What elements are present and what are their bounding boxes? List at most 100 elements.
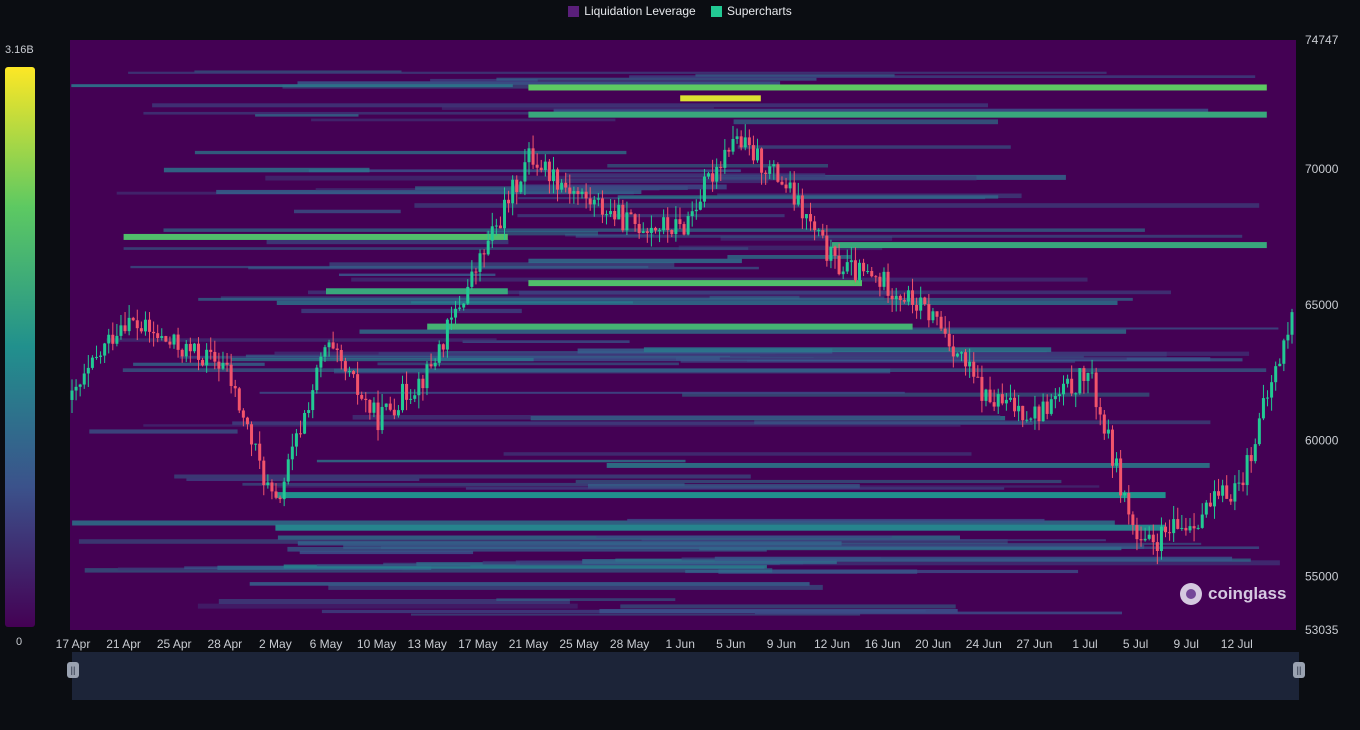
x-tick-label: 27 Jun xyxy=(1016,637,1052,651)
candle-body xyxy=(1123,493,1127,496)
candle-body xyxy=(282,481,286,500)
x-tick-label: 21 Apr xyxy=(106,637,141,651)
candle-body xyxy=(911,290,915,305)
liquidation-band xyxy=(326,288,508,295)
candle-body xyxy=(882,271,886,287)
liquidation-level-bar xyxy=(719,357,1127,360)
candle-body xyxy=(1017,405,1021,412)
candle-body xyxy=(1025,419,1029,421)
y-tick-label: 55000 xyxy=(1305,570,1339,584)
candle-body xyxy=(360,394,364,399)
liquidation-level-bar xyxy=(620,604,956,609)
y-tick-label: 65000 xyxy=(1305,298,1339,312)
candle-body xyxy=(298,433,302,435)
candle-body xyxy=(1094,372,1098,408)
liquidation-level-bar xyxy=(186,478,420,481)
candle-body xyxy=(445,319,449,350)
candle-body xyxy=(466,286,470,304)
candle-body xyxy=(980,376,984,401)
candle-body xyxy=(853,260,857,281)
candle-body xyxy=(1057,394,1061,397)
candle-body xyxy=(421,378,425,389)
candle-body xyxy=(511,179,515,204)
range-navigator[interactable] xyxy=(72,652,1299,700)
candle-body xyxy=(564,182,568,188)
candle-body xyxy=(690,211,694,217)
liquidation-level-bar xyxy=(754,611,1122,615)
candle-body xyxy=(919,297,923,311)
candle-body xyxy=(984,389,988,401)
candle-body xyxy=(1204,502,1208,515)
candle-body xyxy=(131,317,135,321)
candle-body xyxy=(792,182,796,205)
candle-body xyxy=(1261,398,1265,419)
candle-body xyxy=(368,399,372,413)
candle-body xyxy=(1200,514,1204,528)
liquidation-level-bar xyxy=(503,452,972,456)
legend-label: Liquidation Leverage xyxy=(584,4,696,18)
candle-body xyxy=(947,333,951,347)
candle-body xyxy=(613,210,617,220)
liquidation-level-bar xyxy=(287,546,767,552)
candle-body xyxy=(490,226,494,241)
candle-body xyxy=(266,482,270,486)
candle-body xyxy=(1212,491,1216,507)
liquidation-band xyxy=(427,323,913,330)
candle-body xyxy=(254,443,258,445)
liquidation-level-bar xyxy=(377,362,679,366)
candle-body xyxy=(1102,414,1106,434)
candle-body xyxy=(1172,519,1176,534)
navigator-left-handle[interactable]: || xyxy=(67,662,79,678)
candle-body xyxy=(776,164,780,182)
candle-body xyxy=(335,348,339,351)
x-tick-label: 1 Jun xyxy=(666,637,695,651)
candle-body xyxy=(874,276,878,278)
liquidation-level-bar xyxy=(737,145,1011,149)
candle-body xyxy=(270,482,274,492)
candle-body xyxy=(539,167,543,171)
candle-body xyxy=(931,311,935,321)
candle-body xyxy=(364,398,368,400)
candle-body xyxy=(258,443,262,461)
liquidation-level-bar xyxy=(294,209,401,214)
candle-body xyxy=(1135,525,1139,540)
candle-body xyxy=(813,221,817,231)
candle-body xyxy=(866,271,870,273)
candle-body xyxy=(78,384,82,387)
candle-body xyxy=(698,201,702,210)
liquidation-level-bar xyxy=(714,556,1233,562)
candle-body xyxy=(976,376,980,378)
candle-body xyxy=(964,352,968,367)
candle-body xyxy=(409,398,413,400)
candle-body xyxy=(959,352,963,354)
candle-body xyxy=(86,367,90,374)
legend-item-liquidation-leverage[interactable]: Liquidation Leverage xyxy=(568,4,696,18)
candle-body xyxy=(817,230,821,232)
liquidation-level-bar xyxy=(301,308,522,314)
candle-body xyxy=(209,349,213,352)
candle-body xyxy=(1139,539,1143,541)
candle-body xyxy=(241,410,245,418)
candle-body xyxy=(462,303,466,308)
supercharts-swatch xyxy=(711,5,723,17)
candle-body xyxy=(515,179,519,193)
navigator-right-handle[interactable]: || xyxy=(1293,662,1305,678)
liquidation-level-bar xyxy=(695,74,895,77)
candle-body xyxy=(384,403,388,407)
candle-body xyxy=(1168,532,1172,534)
candle-body xyxy=(727,149,731,152)
candle-body xyxy=(1106,429,1110,434)
candle-body xyxy=(1290,312,1294,335)
candle-body xyxy=(437,344,441,363)
candle-body xyxy=(898,295,902,301)
liquidation-level-bar xyxy=(596,535,892,538)
legend-item-supercharts[interactable]: Supercharts xyxy=(711,4,792,18)
candle-body xyxy=(588,198,592,205)
x-tick-label: 12 Jun xyxy=(814,637,850,651)
candle-body xyxy=(809,214,813,222)
candle-body xyxy=(547,161,551,182)
candle-body xyxy=(405,383,409,400)
candle-body xyxy=(755,148,759,161)
candle-body xyxy=(396,410,400,416)
candle-body xyxy=(915,304,919,311)
